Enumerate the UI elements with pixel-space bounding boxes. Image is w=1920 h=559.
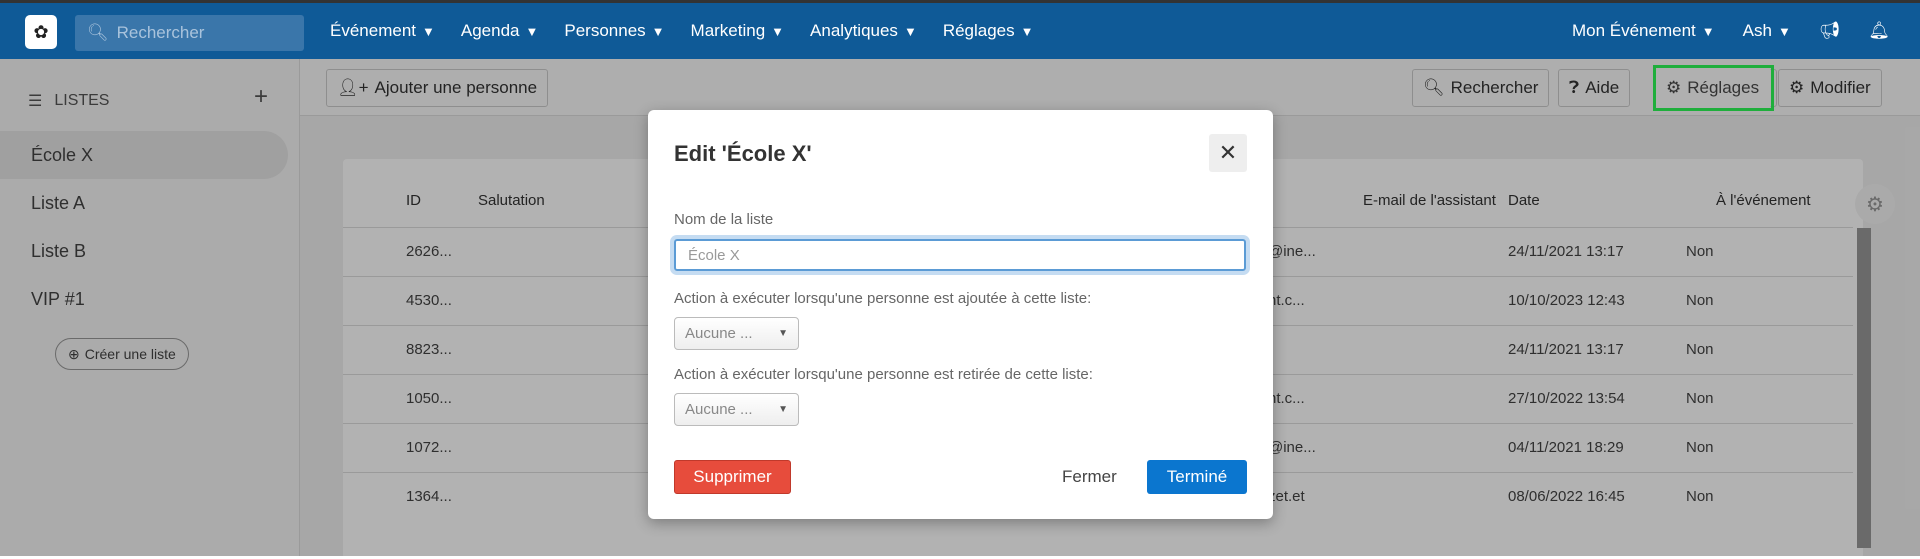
- chevron-down-icon: ▼: [1020, 24, 1034, 39]
- main-menu: Événement ▼ Agenda ▼ Personnes ▼ Marketing ▼…: [330, 3, 1034, 59]
- event-switcher[interactable]: Mon Événement ▼: [1572, 21, 1715, 41]
- chevron-down-icon: ▼: [422, 24, 435, 39]
- settings-button-highlighted[interactable]: ⚙ Réglages: [1656, 68, 1771, 108]
- list-name-label: Nom de la liste: [674, 211, 774, 228]
- removed-action-select[interactable]: Aucune ... ▼: [674, 393, 799, 426]
- menu-people[interactable]: Personnes ▼: [564, 21, 664, 41]
- chevron-down-icon: ▼: [1777, 24, 1791, 39]
- search-placeholder: Rechercher: [116, 23, 205, 42]
- app-logo[interactable]: ✿: [25, 15, 57, 49]
- search-box[interactable]: 🔍︎ Rechercher: [75, 15, 304, 51]
- chevron-down-icon: ▼: [525, 24, 539, 39]
- dropdown-arrow-icon: ▼: [778, 404, 788, 415]
- menu-analytics[interactable]: Analytiques ▼: [810, 21, 917, 41]
- gear-icon: ⚙: [1666, 78, 1682, 97]
- menu-agenda[interactable]: Agenda ▼: [461, 21, 539, 41]
- chevron-down-icon: ▼: [651, 24, 665, 39]
- removed-action-label: Action à exécuter lorsqu'une personne es…: [674, 366, 1093, 383]
- list-name-input[interactable]: École X: [674, 239, 1246, 271]
- added-action-select[interactable]: Aucune ... ▼: [674, 317, 799, 350]
- added-action-label: Action à exécuter lorsqu'une personne es…: [674, 290, 1092, 307]
- close-button[interactable]: Fermer: [1062, 467, 1117, 487]
- menu-event[interactable]: Événement ▼: [330, 21, 435, 41]
- chevron-down-icon: ▼: [903, 24, 917, 39]
- nav-right: Mon Événement ▼ Ash ▼ 📢︎ 🔔︎: [1572, 3, 1890, 59]
- bell-icon[interactable]: 🔔︎: [1868, 21, 1890, 41]
- dropdown-arrow-icon: ▼: [778, 328, 788, 339]
- top-nav: ✿ 🔍︎ Rechercher Événement ▼ Agenda ▼ Person…: [0, 3, 1920, 59]
- close-icon[interactable]: ✕: [1209, 134, 1247, 172]
- megaphone-icon[interactable]: 📢︎: [1819, 21, 1841, 41]
- menu-marketing[interactable]: Marketing ▼: [691, 21, 785, 41]
- chevron-down-icon: ▼: [1701, 24, 1715, 39]
- edit-list-modal: Edit 'École X' ✕ Nom de la liste École X…: [648, 110, 1273, 519]
- done-button[interactable]: Terminé: [1147, 460, 1247, 494]
- settings-button-highlight: ⚙ Réglages: [1653, 65, 1774, 111]
- delete-button[interactable]: Supprimer: [674, 460, 791, 494]
- chevron-down-icon: ▼: [771, 24, 785, 39]
- modal-title: Edit 'École X': [674, 141, 812, 166]
- user-menu[interactable]: Ash ▼: [1743, 21, 1791, 41]
- search-icon: 🔍︎: [87, 23, 109, 42]
- menu-settings[interactable]: Réglages ▼: [943, 21, 1034, 41]
